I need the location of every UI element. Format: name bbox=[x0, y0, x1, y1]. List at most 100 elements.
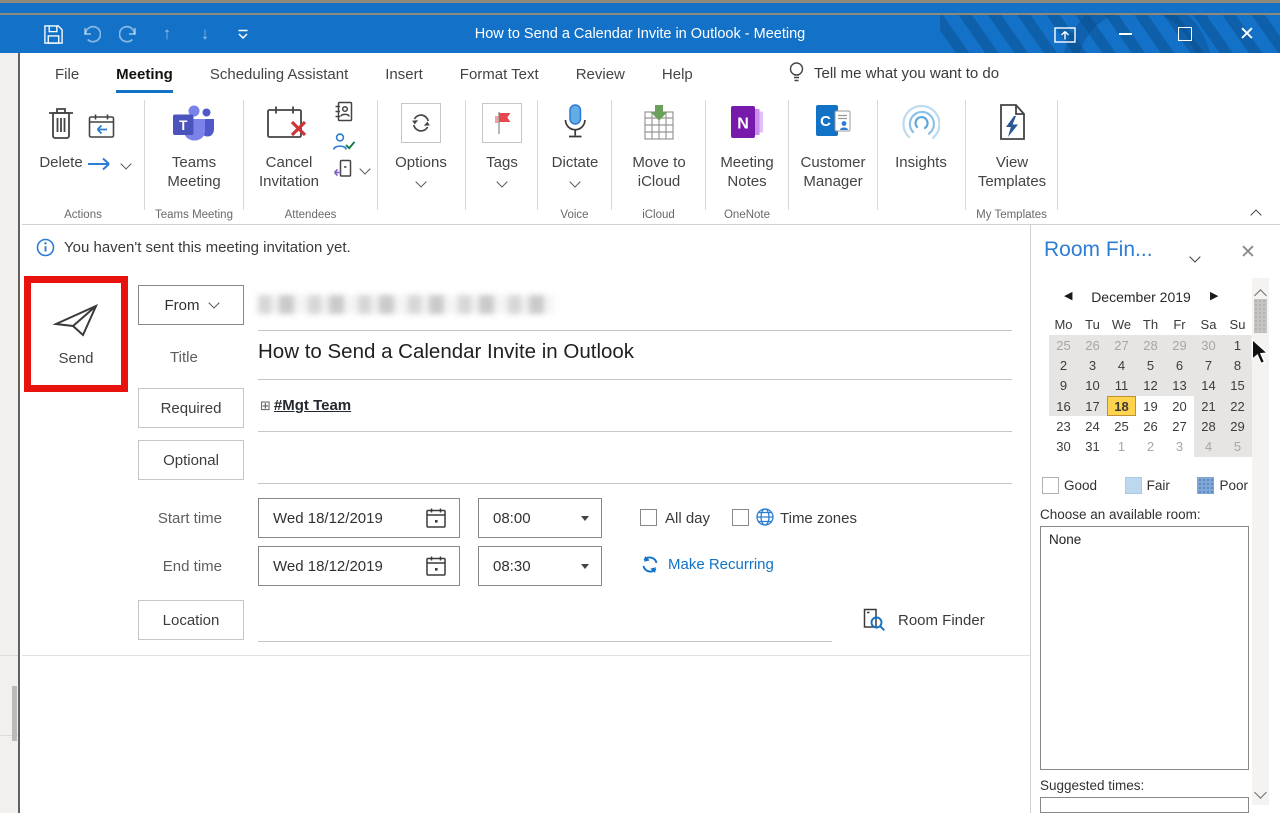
calendar-day-2-adjacent[interactable]: 2 bbox=[1136, 436, 1165, 456]
calendar-day-12[interactable]: 12 bbox=[1136, 376, 1165, 396]
make-recurring-button[interactable]: Make Recurring bbox=[640, 555, 774, 574]
move-to-icloud-button[interactable]: Move to iCloud bbox=[626, 101, 692, 191]
response-options-button[interactable] bbox=[332, 159, 369, 178]
calendar-day-28[interactable]: 28 bbox=[1194, 416, 1223, 436]
start-time-dropdown-arrow[interactable] bbox=[581, 516, 589, 521]
calendar-day-29[interactable]: 29 bbox=[1223, 416, 1252, 436]
calendar-day-13[interactable]: 13 bbox=[1165, 376, 1194, 396]
tab-meeting[interactable]: Meeting bbox=[116, 53, 173, 93]
required-field[interactable]: ⊞ #Mgt Team bbox=[260, 397, 351, 414]
calendar-day-3-adjacent[interactable]: 3 bbox=[1165, 436, 1194, 456]
room-list[interactable]: None bbox=[1040, 526, 1249, 770]
calendar-day-26-adjacent[interactable]: 26 bbox=[1078, 335, 1107, 355]
customer-manager-button[interactable]: C Customer Manager bbox=[795, 101, 871, 191]
calendar-day-7[interactable]: 7 bbox=[1194, 355, 1223, 375]
insights-button[interactable]: Insights bbox=[888, 101, 954, 172]
panel-close-button[interactable]: ✕ bbox=[1240, 241, 1256, 264]
date-picker-icon[interactable] bbox=[425, 555, 447, 577]
calendar-day-15[interactable]: 15 bbox=[1223, 376, 1252, 396]
redo-button[interactable] bbox=[110, 15, 148, 53]
from-button[interactable]: From bbox=[138, 285, 244, 325]
meeting-notes-button[interactable]: N Meeting Notes bbox=[715, 101, 779, 191]
calendar-day-5-adjacent[interactable]: 5 bbox=[1223, 436, 1252, 456]
cancel-invitation-button[interactable]: Cancel Invitation bbox=[248, 101, 330, 191]
customize-qat-button[interactable] bbox=[224, 15, 262, 53]
tags-button[interactable]: Tags bbox=[474, 101, 530, 186]
close-button[interactable]: ✕ bbox=[1218, 15, 1276, 53]
calendar-day-24[interactable]: 24 bbox=[1078, 416, 1107, 436]
move-up-button[interactable]: ↑ bbox=[148, 15, 186, 53]
send-button[interactable]: Send bbox=[52, 302, 100, 367]
calendar-prev-month[interactable]: ◀ bbox=[1064, 289, 1072, 302]
calendar-day-30[interactable]: 30 bbox=[1049, 436, 1078, 456]
expand-group-icon[interactable]: ⊞ bbox=[260, 398, 271, 414]
calendar-day-4[interactable]: 4 bbox=[1107, 355, 1136, 375]
maximize-button[interactable] bbox=[1156, 15, 1214, 53]
check-names-button[interactable] bbox=[332, 132, 356, 157]
calendar-day-9[interactable]: 9 bbox=[1049, 376, 1078, 396]
calendar-day-31[interactable]: 31 bbox=[1078, 436, 1107, 456]
forward-button[interactable] bbox=[86, 157, 130, 171]
response-options-chevron[interactable] bbox=[359, 163, 370, 174]
calendar-day-29-adjacent[interactable]: 29 bbox=[1165, 335, 1194, 355]
calendar-day-1-adjacent[interactable]: 1 bbox=[1107, 436, 1136, 456]
delete-button-ribbon[interactable]: Delete bbox=[32, 101, 90, 172]
address-book-button[interactable] bbox=[334, 101, 354, 127]
forward-to-calendar-button[interactable] bbox=[88, 113, 115, 144]
calendar-day-10[interactable]: 10 bbox=[1078, 376, 1107, 396]
date-picker-icon[interactable] bbox=[425, 507, 447, 529]
tell-me-search[interactable]: Tell me what you want to do bbox=[788, 53, 999, 93]
end-date-field[interactable]: Wed 18/12/2019 bbox=[258, 546, 460, 586]
calendar-day-18[interactable]: 18 bbox=[1107, 396, 1136, 416]
required-button[interactable]: Required bbox=[138, 388, 244, 428]
location-button[interactable]: Location bbox=[138, 600, 244, 640]
save-button[interactable] bbox=[34, 15, 72, 53]
dictate-dropdown-chevron[interactable] bbox=[569, 176, 580, 187]
calendar-day-27-adjacent[interactable]: 27 bbox=[1107, 335, 1136, 355]
start-date-field[interactable]: Wed 18/12/2019 bbox=[258, 498, 460, 538]
room-finder-button[interactable]: Room Finder bbox=[862, 608, 985, 632]
required-attendee[interactable]: #Mgt Team bbox=[274, 397, 351, 414]
calendar-day-3[interactable]: 3 bbox=[1078, 355, 1107, 375]
view-templates-button[interactable]: View Templates bbox=[975, 101, 1049, 191]
tab-format-text[interactable]: Format Text bbox=[460, 53, 539, 93]
forward-dropdown-chevron[interactable] bbox=[120, 158, 131, 169]
calendar-day-19[interactable]: 19 bbox=[1136, 396, 1165, 416]
title-field[interactable]: How to Send a Calendar Invite in Outlook bbox=[258, 340, 634, 364]
tab-file[interactable]: File bbox=[55, 53, 79, 93]
panel-scrollbar-thumb[interactable] bbox=[1254, 299, 1267, 333]
calendar-day-26[interactable]: 26 bbox=[1136, 416, 1165, 436]
tab-insert[interactable]: Insert bbox=[385, 53, 423, 93]
tab-help[interactable]: Help bbox=[662, 53, 693, 93]
calendar-next-month[interactable]: ▶ bbox=[1210, 289, 1218, 302]
calendar-day-5[interactable]: 5 bbox=[1136, 355, 1165, 375]
popout-button[interactable] bbox=[1036, 15, 1094, 53]
teams-meeting-button[interactable]: T Teams Meeting bbox=[161, 101, 227, 191]
end-time-dropdown-arrow[interactable] bbox=[581, 564, 589, 569]
optional-button[interactable]: Optional bbox=[138, 440, 244, 480]
calendar-day-17[interactable]: 17 bbox=[1078, 396, 1107, 416]
calendar-day-27[interactable]: 27 bbox=[1165, 416, 1194, 436]
move-down-button[interactable]: ↓ bbox=[186, 15, 224, 53]
dictate-button[interactable]: Dictate bbox=[544, 101, 606, 186]
calendar-day-21[interactable]: 21 bbox=[1194, 396, 1223, 416]
calendar-day-4-adjacent[interactable]: 4 bbox=[1194, 436, 1223, 456]
time-zones-checkbox[interactable] bbox=[732, 509, 749, 526]
collapse-ribbon-button[interactable] bbox=[1252, 206, 1260, 224]
calendar-day-14[interactable]: 14 bbox=[1194, 376, 1223, 396]
calendar-day-1[interactable]: 1 bbox=[1223, 335, 1252, 355]
tab-scheduling-assistant[interactable]: Scheduling Assistant bbox=[210, 53, 348, 93]
tab-review[interactable]: Review bbox=[576, 53, 625, 93]
calendar-day-20[interactable]: 20 bbox=[1165, 396, 1194, 416]
calendar-day-6[interactable]: 6 bbox=[1165, 355, 1194, 375]
all-day-checkbox[interactable] bbox=[640, 509, 657, 526]
minimize-button[interactable] bbox=[1096, 15, 1154, 53]
calendar-day-25[interactable]: 25 bbox=[1107, 416, 1136, 436]
undo-button[interactable] bbox=[72, 15, 110, 53]
calendar-day-25-adjacent[interactable]: 25 bbox=[1049, 335, 1078, 355]
end-time-field[interactable]: 08:30 bbox=[478, 546, 602, 586]
calendar-day-23[interactable]: 23 bbox=[1049, 416, 1078, 436]
calendar-day-30-adjacent[interactable]: 30 bbox=[1194, 335, 1223, 355]
suggested-times-list[interactable] bbox=[1040, 797, 1249, 813]
calendar-day-16[interactable]: 16 bbox=[1049, 396, 1078, 416]
